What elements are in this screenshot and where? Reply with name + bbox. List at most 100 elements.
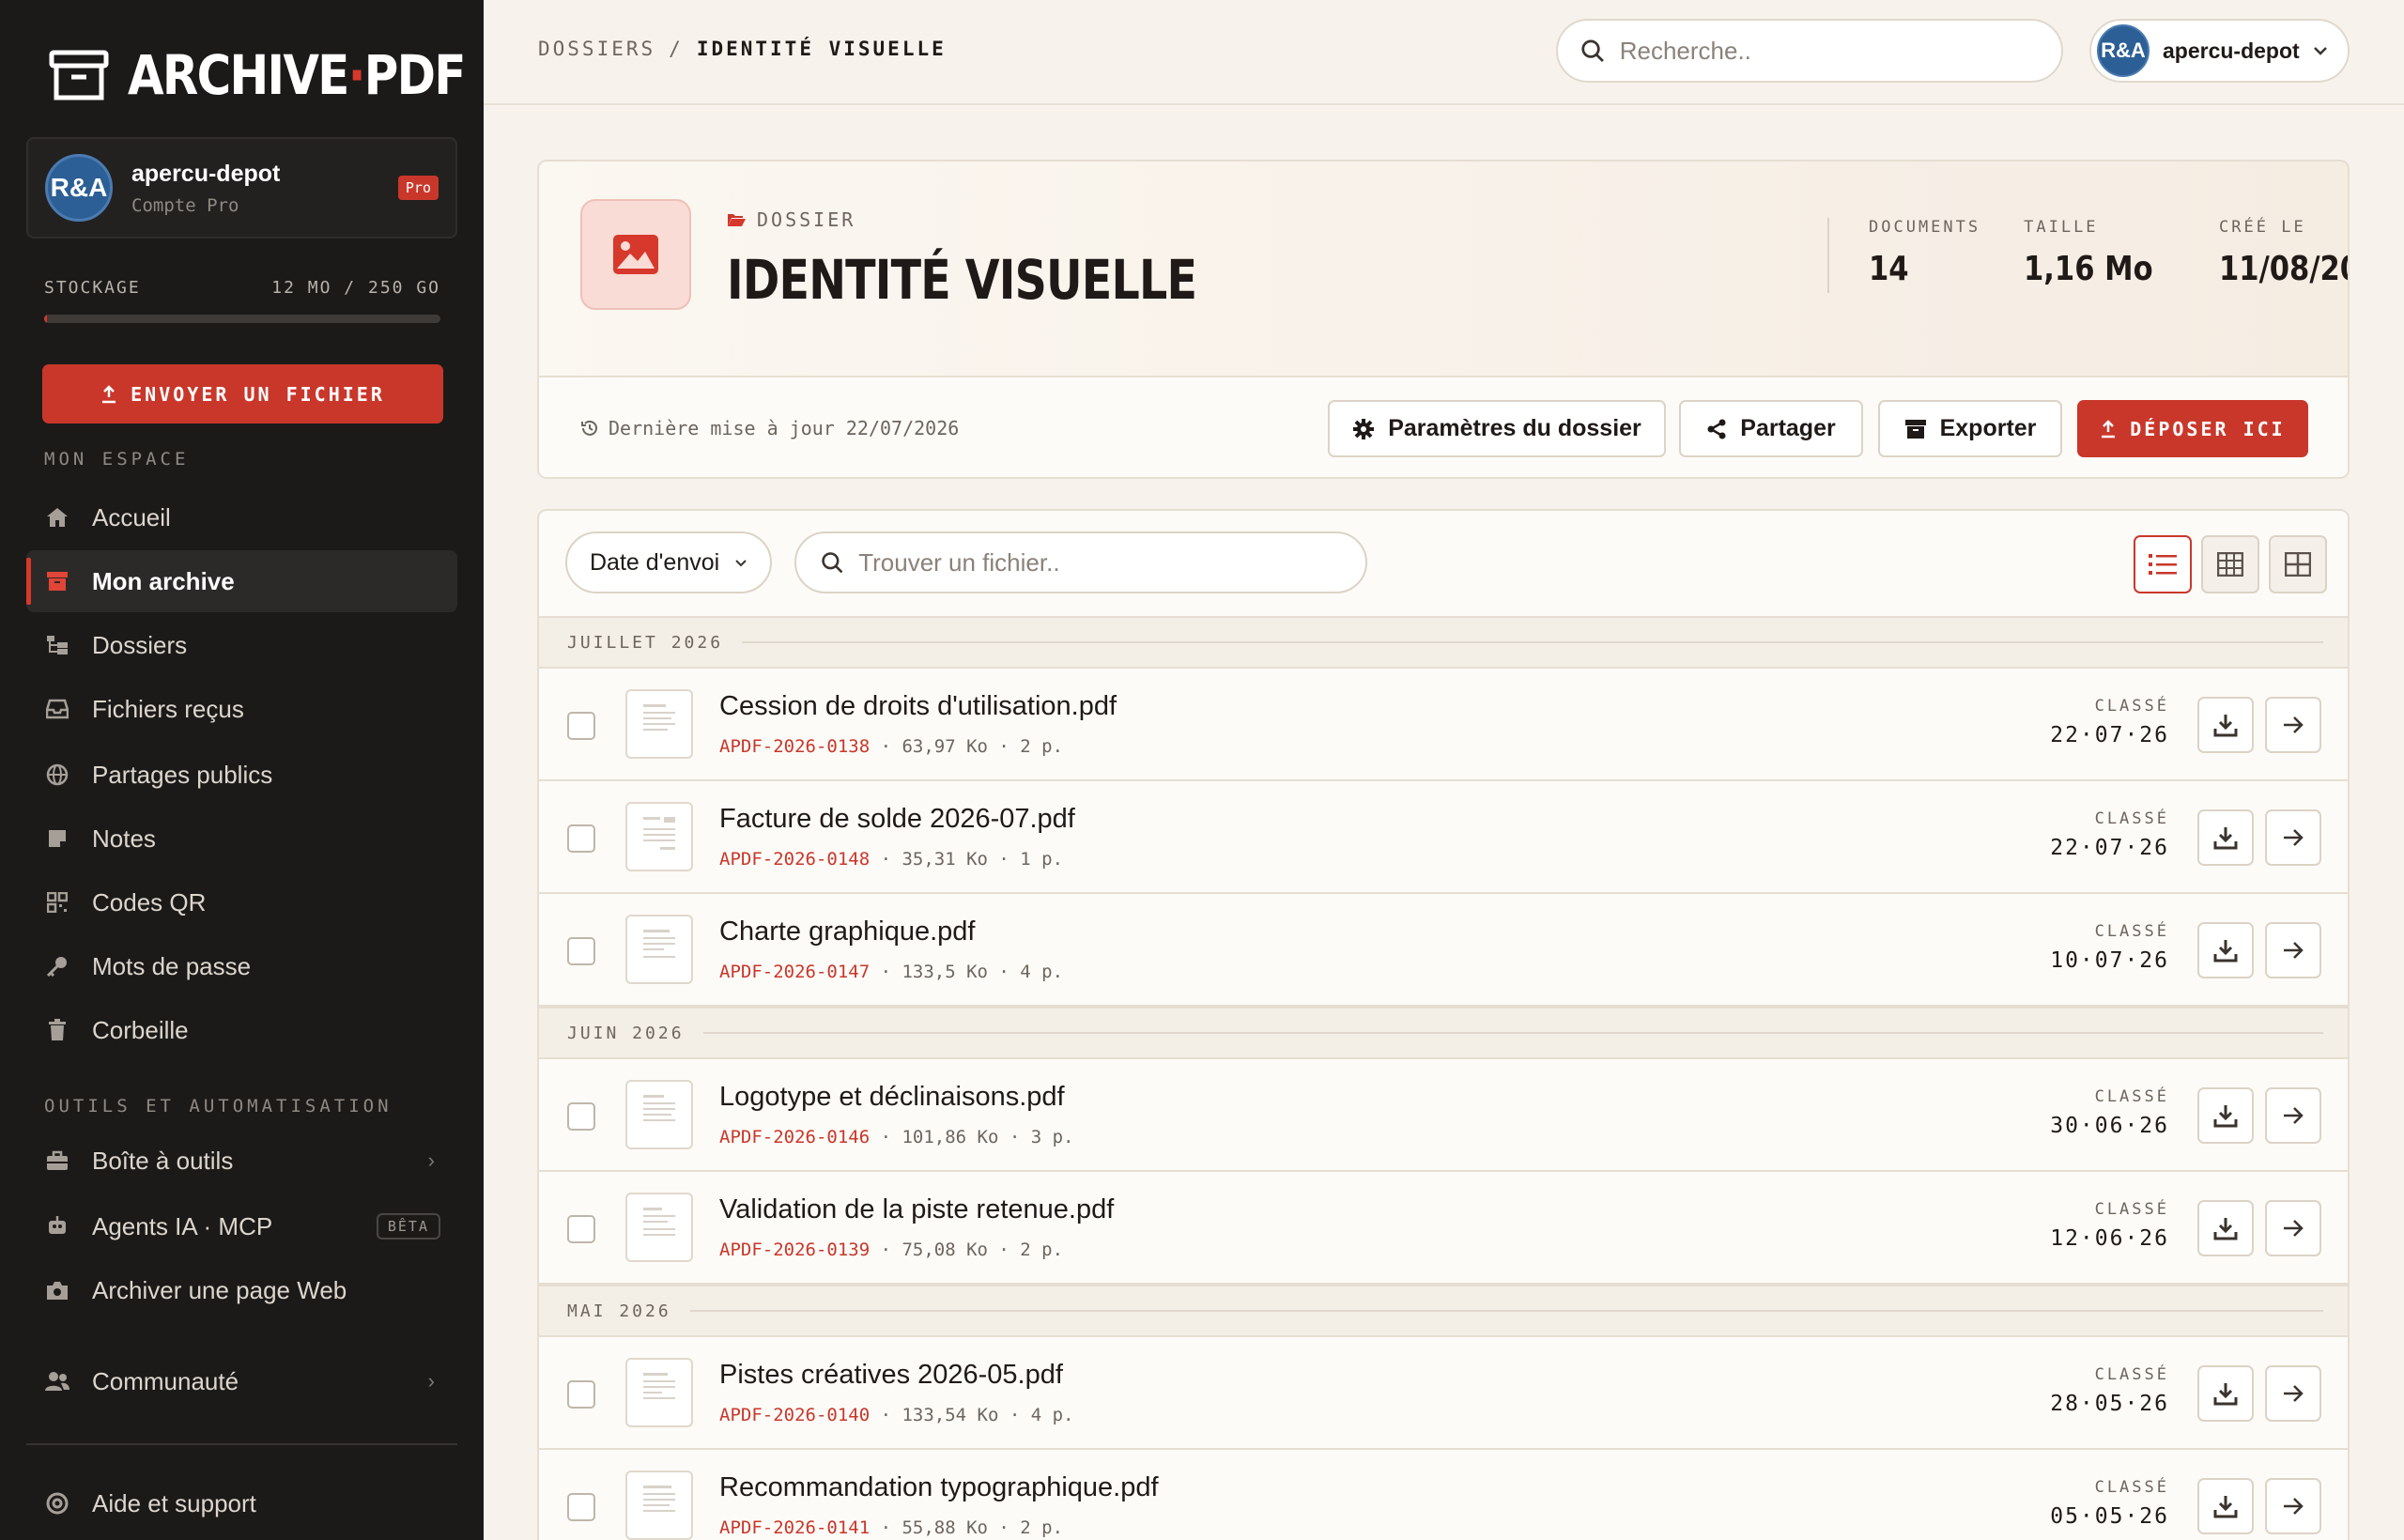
table-icon: [2217, 552, 2243, 577]
brand-logo[interactable]: ARCHIVE·PDF: [49, 41, 519, 109]
pdf-thumbnail: [625, 1471, 693, 1540]
file-meta: APDF-2026-0139 · 75,08 Ko · 2 p.: [719, 1240, 1064, 1260]
chevron-right-icon: ›: [427, 1369, 435, 1393]
sidebar-item-corbeille[interactable]: Corbeille: [26, 999, 457, 1061]
globe-icon: [45, 762, 69, 787]
sort-select[interactable]: Date d'envoi: [565, 531, 772, 593]
history-icon: [581, 420, 597, 436]
file-name[interactable]: Validation de la piste retenue.pdf: [719, 1194, 1114, 1225]
storage-bar-fill: [44, 315, 47, 323]
account-name: apercu-depot: [131, 160, 281, 187]
pdf-thumbnail: [625, 1193, 693, 1262]
sidebar-item-mots-de-passe[interactable]: Mots de passe: [26, 935, 457, 997]
file-list-toolbar: Date d'envoi: [539, 511, 2348, 616]
file-name[interactable]: Recommandation typographique.pdf: [719, 1472, 1159, 1503]
file-row[interactable]: Charte graphique.pdf APDF-2026-0147 · 13…: [539, 894, 2348, 1007]
sidebar-item-archiver-page-web[interactable]: Archiver une page Web: [26, 1259, 457, 1321]
open-button[interactable]: [2265, 1200, 2321, 1256]
row-checkbox[interactable]: [567, 1380, 595, 1409]
download-button[interactable]: [2197, 1087, 2254, 1144]
row-checkbox[interactable]: [567, 1493, 595, 1521]
row-checkbox[interactable]: [567, 712, 595, 740]
archive-box-icon: [49, 50, 109, 100]
share-button[interactable]: Partager: [1679, 400, 1863, 457]
file-row[interactable]: Logotype et déclinaisons.pdf APDF-2026-0…: [539, 1059, 2348, 1172]
open-button[interactable]: [2265, 697, 2321, 753]
file-row[interactable]: Pistes créatives 2026-05.pdf APDF-2026-0…: [539, 1337, 2348, 1450]
folder-title: IDENTITÉ VISUELLE: [727, 248, 1197, 312]
file-status: CLASSÉ 22·07·26: [2050, 697, 2169, 747]
sidebar-item-communaute[interactable]: Communauté ›: [26, 1350, 457, 1412]
search-icon: [822, 552, 843, 574]
open-button[interactable]: [2265, 1087, 2321, 1144]
account-card[interactable]: R&A apercu-depot Compte Pro Pro: [26, 137, 457, 239]
folder-settings-button[interactable]: Paramètres du dossier: [1328, 400, 1666, 457]
drop-here-button[interactable]: DÉPOSER ICI: [2077, 400, 2308, 457]
export-button[interactable]: Exporter: [1878, 400, 2062, 457]
file-meta: APDF-2026-0138 · 63,97 Ko · 2 p.: [719, 736, 1064, 757]
row-checkbox[interactable]: [567, 1215, 595, 1243]
topbar: DOSSIERS / IDENTITÉ VISUELLE R&A apercu-…: [484, 0, 2404, 105]
sidebar-item-agents-ia[interactable]: Agents IA · MCP BÊTA: [26, 1195, 457, 1257]
download-button[interactable]: [2197, 697, 2254, 753]
home-icon: [45, 505, 69, 530]
view-list-button[interactable]: [2134, 535, 2192, 593]
file-name[interactable]: Charte graphique.pdf: [719, 916, 975, 947]
pdf-thumbnail: [625, 1358, 693, 1427]
sidebar-item-mon-archive[interactable]: Mon archive: [26, 550, 457, 612]
file-row[interactable]: Recommandation typographique.pdf APDF-20…: [539, 1450, 2348, 1540]
chevron-down-icon: [2313, 47, 2327, 55]
download-button[interactable]: [2197, 1478, 2254, 1534]
view-grid-button[interactable]: [2269, 535, 2327, 593]
beta-badge: BÊTA: [376, 1213, 440, 1240]
download-button[interactable]: [2197, 1365, 2254, 1422]
trash-icon: [45, 1018, 69, 1042]
user-menu[interactable]: R&A apercu-depot: [2089, 19, 2350, 83]
file-row[interactable]: Cession de droits d'utilisation.pdf APDF…: [539, 669, 2348, 781]
open-button[interactable]: [2265, 922, 2321, 978]
file-row[interactable]: Facture de solde 2026-07.pdf APDF-2026-0…: [539, 781, 2348, 894]
open-button[interactable]: [2265, 1365, 2321, 1422]
search-input[interactable]: [1619, 36, 2061, 66]
pdf-thumbnail: [625, 802, 693, 871]
download-button[interactable]: [2197, 922, 2254, 978]
row-checkbox[interactable]: [567, 1102, 595, 1131]
download-button[interactable]: [2197, 809, 2254, 866]
breadcrumb-root[interactable]: DOSSIERS: [538, 38, 655, 60]
sidebar-item-aide[interactable]: Aide et support: [26, 1472, 457, 1534]
lifebuoy-icon: [45, 1491, 69, 1516]
sidebar-item-fichiers-recus[interactable]: Fichiers reçus: [26, 678, 457, 740]
view-table-button[interactable]: [2201, 535, 2259, 593]
sidebar-item-partages-publics[interactable]: Partages publics: [26, 744, 457, 806]
sidebar-item-dossiers[interactable]: Dossiers: [26, 614, 457, 676]
sidebar-item-accueil[interactable]: Accueil: [26, 486, 457, 548]
note-icon: [45, 826, 69, 851]
file-status: CLASSÉ 30·06·26: [2050, 1087, 2169, 1138]
file-search[interactable]: [794, 531, 1367, 593]
download-button[interactable]: [2197, 1200, 2254, 1256]
open-button[interactable]: [2265, 809, 2321, 866]
stat-size: TAILLE 1,16 Mo: [2024, 218, 2153, 288]
sidebar-item-notes[interactable]: Notes: [26, 808, 457, 870]
file-row[interactable]: Validation de la piste retenue.pdf APDF-…: [539, 1172, 2348, 1285]
file-status: CLASSÉ 22·07·26: [2050, 809, 2169, 860]
file-meta: APDF-2026-0147 · 133,5 Ko · 4 p.: [719, 962, 1064, 982]
file-name[interactable]: Logotype et déclinaisons.pdf: [719, 1082, 1065, 1113]
qr-code-icon: [45, 890, 69, 915]
breadcrumb-current: IDENTITÉ VISUELLE: [696, 38, 947, 60]
upload-file-button[interactable]: ENVOYER UN FICHIER: [42, 364, 443, 424]
file-name[interactable]: Pistes créatives 2026-05.pdf: [719, 1360, 1063, 1391]
sidebar-item-boite-a-outils[interactable]: Boîte à outils ›: [26, 1130, 457, 1192]
file-name[interactable]: Facture de solde 2026-07.pdf: [719, 804, 1075, 835]
row-checkbox[interactable]: [567, 937, 595, 965]
folder-stats: DOCUMENTS 14 TAILLE 1,16 Mo CRÉÉ LE 11/0…: [1827, 218, 2348, 293]
sidebar-item-codes-qr[interactable]: Codes QR: [26, 871, 457, 933]
file-search-input[interactable]: [858, 547, 1365, 578]
global-search[interactable]: [1556, 19, 2063, 83]
row-checkbox[interactable]: [567, 824, 595, 853]
file-name[interactable]: Cession de droits d'utilisation.pdf: [719, 691, 1117, 722]
chevron-right-icon: ›: [427, 1148, 435, 1172]
arrow-right-icon: [2284, 716, 2304, 733]
account-type: Compte Pro: [131, 194, 239, 216]
open-button[interactable]: [2265, 1478, 2321, 1534]
